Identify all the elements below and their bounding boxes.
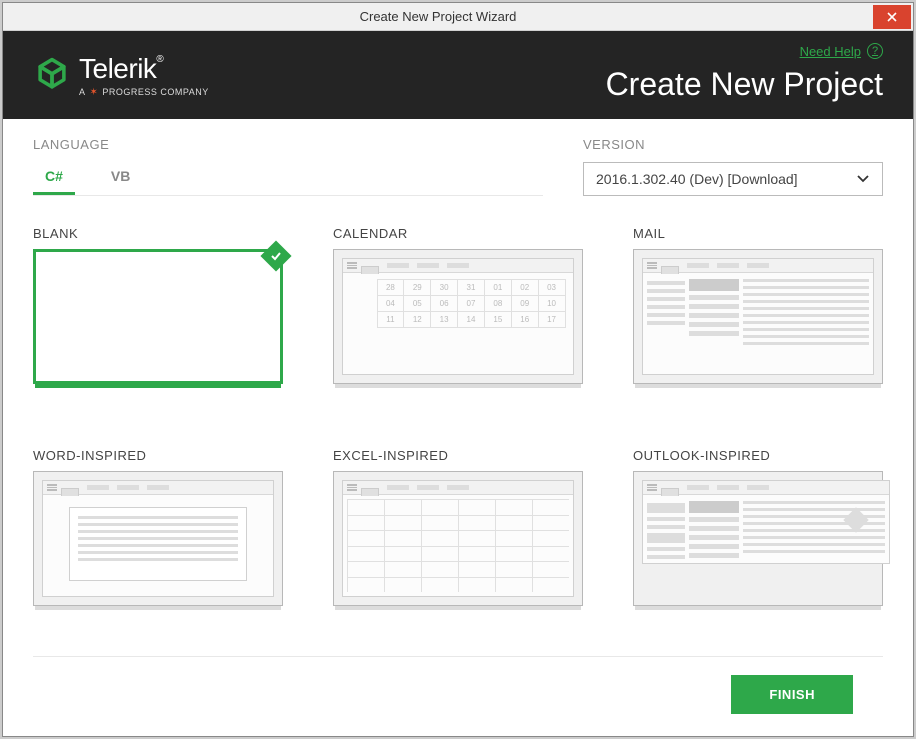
template-thumb-calendar: 28293031010203 04050607080910 111213141516… — [333, 249, 583, 384]
template-label: OUTLOOK-INSPIRED — [633, 448, 883, 463]
hamburger-icon — [647, 484, 657, 491]
hamburger-icon — [47, 484, 57, 491]
calendar-day: 17 — [538, 311, 566, 328]
calendar-day: 08 — [484, 295, 512, 312]
calendar-day: 13 — [430, 311, 458, 328]
version-dropdown[interactable]: 2016.1.302.40 (Dev) [Download] — [583, 162, 883, 196]
brand-tagline: A ✶ PROGRESS COMPANY — [79, 87, 209, 98]
language-tabs: C# VB — [33, 162, 543, 196]
template-label: CALENDAR — [333, 226, 583, 241]
need-help-link[interactable]: Need Help ? — [800, 43, 883, 59]
calendar-day: 14 — [457, 311, 485, 328]
hamburger-icon — [647, 262, 657, 269]
template-label: WORD-INSPIRED — [33, 448, 283, 463]
calendar-day: 10 — [538, 295, 566, 312]
calendar-day: 01 — [484, 279, 512, 296]
telerik-logo-icon — [33, 56, 71, 94]
template-label: MAIL — [633, 226, 883, 241]
calendar-day: 03 — [538, 279, 566, 296]
template-calendar[interactable]: CALENDAR 2829303101020304050607080910111… — [333, 226, 583, 404]
help-icon: ? — [867, 43, 883, 59]
star-icon: ✶ — [90, 87, 99, 98]
tab-vb[interactable]: VB — [99, 162, 142, 195]
calendar-day: 30 — [430, 279, 458, 296]
selected-check-icon — [260, 240, 291, 271]
tab-csharp[interactable]: C# — [33, 162, 75, 195]
calendar-day: 16 — [511, 311, 539, 328]
calendar-day: 29 — [403, 279, 431, 296]
template-excel[interactable]: EXCEL-INSPIRED — [333, 448, 583, 626]
brand-logo: Telerik® A ✶ PROGRESS COMPANY — [33, 53, 209, 98]
template-label: EXCEL-INSPIRED — [333, 448, 583, 463]
template-thumb-blank — [33, 249, 283, 384]
header: Telerik® A ✶ PROGRESS COMPANY Create New… — [3, 31, 913, 119]
version-selected-value: 2016.1.302.40 (Dev) [Download] — [596, 171, 798, 187]
template-outlook[interactable]: OUTLOOK-INSPIRED — [633, 448, 883, 626]
template-thumb-outlook — [633, 471, 883, 606]
template-thumb-word — [33, 471, 283, 606]
hamburger-icon — [347, 262, 357, 269]
calendar-day: 06 — [430, 295, 458, 312]
template-label: BLANK — [33, 226, 283, 241]
templates-grid: BLANK CALENDAR 28293031010203 040506 — [3, 196, 913, 656]
calendar-day: 11 — [377, 311, 405, 328]
window-title: Create New Project Wizard — [3, 9, 873, 24]
calendar-day: 31 — [457, 279, 485, 296]
template-blank[interactable]: BLANK — [33, 226, 283, 404]
wizard-window: Create New Project Wizard Telerik® A ✶ — [2, 2, 914, 737]
calendar-day: 04 — [377, 295, 405, 312]
calendar-day: 15 — [484, 311, 512, 328]
calendar-day: 02 — [511, 279, 539, 296]
titlebar: Create New Project Wizard — [3, 3, 913, 31]
calendar-day: 09 — [511, 295, 539, 312]
footer: FINISH — [33, 656, 883, 736]
hamburger-icon — [347, 484, 357, 491]
template-thumb-excel — [333, 471, 583, 606]
calendar-day: 12 — [403, 311, 431, 328]
settings-row: LANGUAGE C# VB VERSION 2016.1.302.40 (De… — [3, 119, 913, 196]
calendar-day: 07 — [457, 295, 485, 312]
template-word[interactable]: WORD-INSPIRED — [33, 448, 283, 626]
calendar-day: 28 — [377, 279, 405, 296]
brand-name: Telerik® — [79, 53, 209, 85]
page-title: Create New Project — [606, 66, 883, 103]
template-mail[interactable]: MAIL — [633, 226, 883, 404]
close-button[interactable] — [873, 5, 911, 29]
chevron-down-icon — [856, 172, 870, 186]
finish-button[interactable]: FINISH — [731, 675, 853, 714]
language-label: LANGUAGE — [33, 137, 543, 152]
close-icon — [887, 12, 897, 22]
calendar-day: 05 — [403, 295, 431, 312]
version-label: VERSION — [583, 137, 883, 152]
template-thumb-mail — [633, 249, 883, 384]
